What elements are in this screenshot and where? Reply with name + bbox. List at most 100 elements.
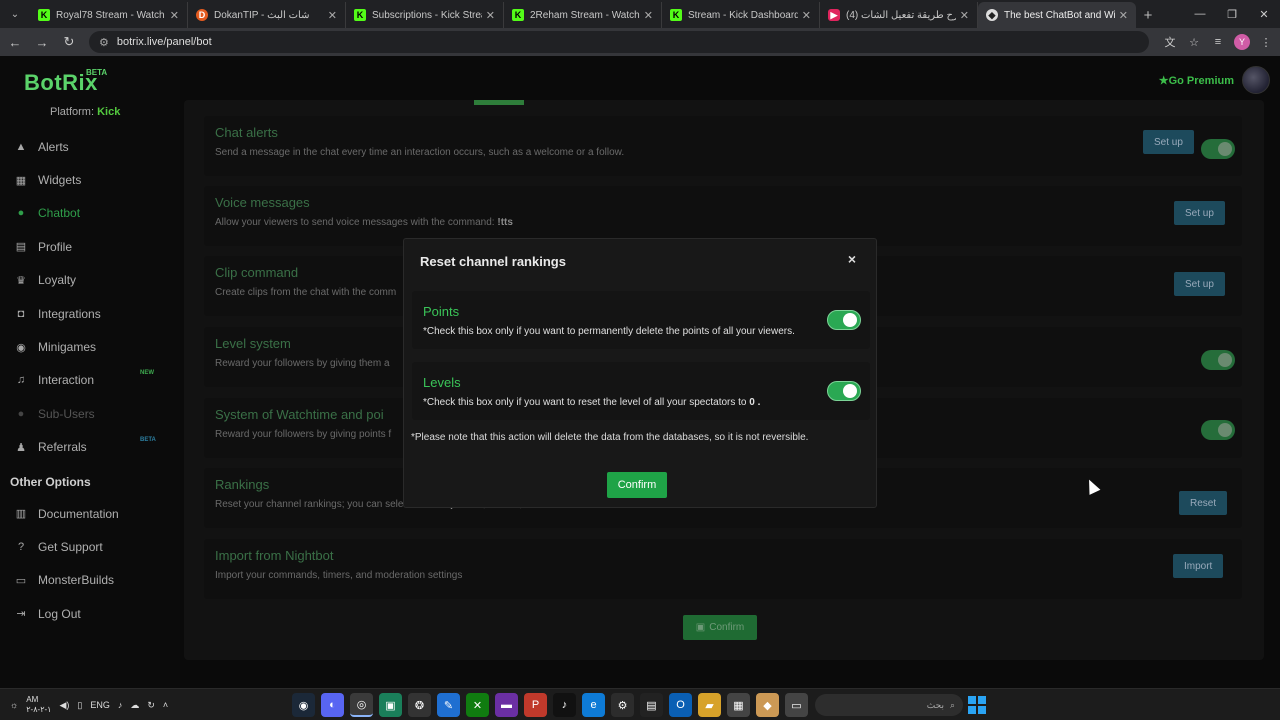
menu-icon[interactable]: ⋮ <box>1258 34 1274 50</box>
windows-start-icon[interactable] <box>968 696 986 714</box>
sidebar-item-get-support[interactable]: ? Get Support <box>0 530 180 563</box>
app-icon[interactable]: ▤ <box>640 693 663 717</box>
setup-button[interactable]: Set up <box>1174 201 1225 225</box>
setup-button[interactable]: Set up <box>1143 130 1194 154</box>
volume-icon[interactable]: ◀) <box>59 700 69 711</box>
xbox-icon[interactable]: ✕ <box>466 693 489 717</box>
setting-title: Voice messages <box>215 195 310 210</box>
app-icon[interactable]: ❂ <box>408 693 431 717</box>
close-icon[interactable]: ✕ <box>170 9 179 22</box>
sidebar-nav: ▲ Alerts ▦ Widgets ● Chatbot ▤ Profile ♛ Loya… <box>0 130 180 464</box>
copilot-icon[interactable]: ◆ <box>756 693 779 717</box>
tab-title: Subscriptions - Kick Streaming <box>372 9 482 21</box>
back-icon[interactable]: ← <box>3 30 27 54</box>
sidebar-item-widgets[interactable]: ▦ Widgets <box>0 163 180 196</box>
modal-title: Reset channel rankings <box>420 254 566 269</box>
avatar[interactable] <box>1242 66 1270 94</box>
chevron-up-icon[interactable]: ˄ <box>163 700 168 710</box>
setting-row-chat-alerts: Chat alerts Send a message in the chat e… <box>204 116 1242 176</box>
clock[interactable]: AM ١-٢-٨-٢ <box>26 695 51 715</box>
cloud-icon[interactable]: ☁ <box>130 700 139 711</box>
tiktok-icon[interactable]: ♪ <box>553 693 576 717</box>
folder-icon[interactable]: ▰ <box>698 693 721 717</box>
points-toggle[interactable] <box>827 310 861 330</box>
close-icon[interactable]: ✕ <box>960 9 969 22</box>
browser-tab[interactable]: K Royal78 Stream - Watch Live o ✕ <box>30 2 188 28</box>
forward-icon[interactable]: → <box>30 30 54 54</box>
sidebar-item-chatbot[interactable]: ● Chatbot <box>0 197 180 230</box>
reset-button[interactable]: Reset <box>1179 491 1228 515</box>
sidebar-item-interaction[interactable]: ♫ Interaction NEW <box>0 364 180 397</box>
tab-title: The best ChatBot and Widgets <box>1004 9 1115 21</box>
site-info-icon[interactable]: ⚙ <box>99 36 109 49</box>
bookmark-star-icon[interactable]: ☆ <box>1186 34 1202 50</box>
app-icon[interactable]: ▣ <box>379 693 402 717</box>
browser-tab-active[interactable]: ◆ The best ChatBot and Widgets ✕ <box>978 2 1136 28</box>
points-option: Points *Check this box only if you want … <box>412 291 870 349</box>
app-icon[interactable]: ▬ <box>495 693 518 717</box>
browser-tab[interactable]: K 2Reham Stream - Watch Live o ✕ <box>504 2 662 28</box>
edge-icon[interactable]: e <box>582 693 605 717</box>
microphone-icon[interactable]: ♪ <box>118 700 123 710</box>
media-icon[interactable]: ≡ <box>1210 34 1226 50</box>
close-icon[interactable]: × <box>848 251 856 267</box>
levels-toggle[interactable] <box>827 381 861 401</box>
chat-alerts-toggle[interactable] <box>1201 139 1235 159</box>
save-confirm-button[interactable]: ▣ Confirm <box>683 615 757 640</box>
sync-icon[interactable]: ↻ <box>147 700 155 711</box>
close-icon[interactable]: ✕ <box>328 9 337 22</box>
close-icon[interactable]: ✕ <box>802 9 811 22</box>
watchtime-toggle[interactable] <box>1201 420 1235 440</box>
outlook-icon[interactable]: O <box>669 693 692 717</box>
translate-icon[interactable]: 文 <box>1162 34 1178 50</box>
tab-search-icon[interactable]: ⌄ <box>4 3 26 25</box>
steam-icon[interactable]: ◉ <box>292 693 315 717</box>
tab-title: 2Reham Stream - Watch Live o <box>530 9 640 21</box>
close-icon[interactable]: ✕ <box>1119 9 1128 22</box>
browser-tab[interactable]: D DokanTIP - شات البث ✕ <box>188 2 346 28</box>
taskbar-search[interactable]: بحث ⌕ <box>815 694 963 716</box>
chrome-icon[interactable]: ◎ <box>350 693 373 717</box>
reload-icon[interactable]: ↻ <box>57 30 81 54</box>
discord-icon[interactable]: ◐ <box>321 693 344 717</box>
option-title: Levels <box>423 375 461 390</box>
profile-avatar[interactable]: Y <box>1234 34 1250 50</box>
settings-icon[interactable]: ⚙ <box>611 693 634 717</box>
sidebar-item-log-out[interactable]: ⇥ Log Out <box>0 597 180 630</box>
browser-tab[interactable]: K Stream - Kick Dashboard ✕ <box>662 2 820 28</box>
sidebar-item-alerts[interactable]: ▲ Alerts <box>0 130 180 163</box>
sidebar-item-profile[interactable]: ▤ Profile <box>0 230 180 263</box>
address-bar[interactable]: ⚙ botrix.live/panel/bot <box>89 31 1149 53</box>
sidebar-item-loyalty[interactable]: ♛ Loyalty <box>0 264 180 297</box>
app-icon[interactable]: ✎ <box>437 693 460 717</box>
close-icon[interactable]: ✕ <box>486 9 495 22</box>
app-icon[interactable]: ▭ <box>785 693 808 717</box>
close-icon[interactable]: ✕ <box>644 9 653 22</box>
setting-description: Import your commands, timers, and modera… <box>215 570 463 581</box>
store-icon[interactable]: ▦ <box>727 693 750 717</box>
sidebar-item-documentation[interactable]: ▥ Documentation <box>0 497 180 530</box>
close-window-icon[interactable]: ✕ <box>1248 0 1280 28</box>
sidebar-item-integrations[interactable]: ◘ Integrations <box>0 297 180 330</box>
confirm-button[interactable]: Confirm <box>607 472 667 498</box>
pinterest-icon[interactable]: P <box>524 693 547 717</box>
language-indicator[interactable]: ENG <box>90 700 110 710</box>
import-button[interactable]: Import <box>1173 554 1224 578</box>
kick-icon: K <box>512 9 524 21</box>
sidebar-item-minigames[interactable]: ◉ Minigames <box>0 330 180 363</box>
sidebar-item-referrals[interactable]: ♟ Referrals BETA <box>0 431 180 464</box>
maximize-icon[interactable]: ❐ <box>1216 0 1248 28</box>
network-icon[interactable]: ▯ <box>77 700 82 711</box>
minimize-icon[interactable]: — <box>1184 0 1216 28</box>
browser-tabbar: ⌄ K Royal78 Stream - Watch Live o ✕ D Do… <box>0 0 1280 28</box>
browser-tab[interactable]: K Subscriptions - Kick Streaming ✕ <box>346 2 504 28</box>
weather-icon[interactable]: ☼ <box>10 700 18 710</box>
browser-tab[interactable]: ▶ (4) شرح طريقة تفعيل الشات ✕ <box>820 2 978 28</box>
taskbar: ☼ AM ١-٢-٨-٢ ◀) ▯ ENG ♪ ☁ ↻ ˄ ◉ ◐ ◎ ▣ ❂ ✎… <box>0 688 1280 720</box>
level-system-toggle[interactable] <box>1201 350 1235 370</box>
setup-button[interactable]: Set up <box>1174 272 1225 296</box>
sidebar-item-sub-users[interactable]: ● Sub-Users <box>0 397 180 430</box>
new-tab-button[interactable]: + <box>1136 2 1160 28</box>
sidebar-item-monsterbuilds[interactable]: ▭ MonsterBuilds <box>0 564 180 597</box>
go-premium-link[interactable]: ★Go Premium <box>1159 74 1234 87</box>
